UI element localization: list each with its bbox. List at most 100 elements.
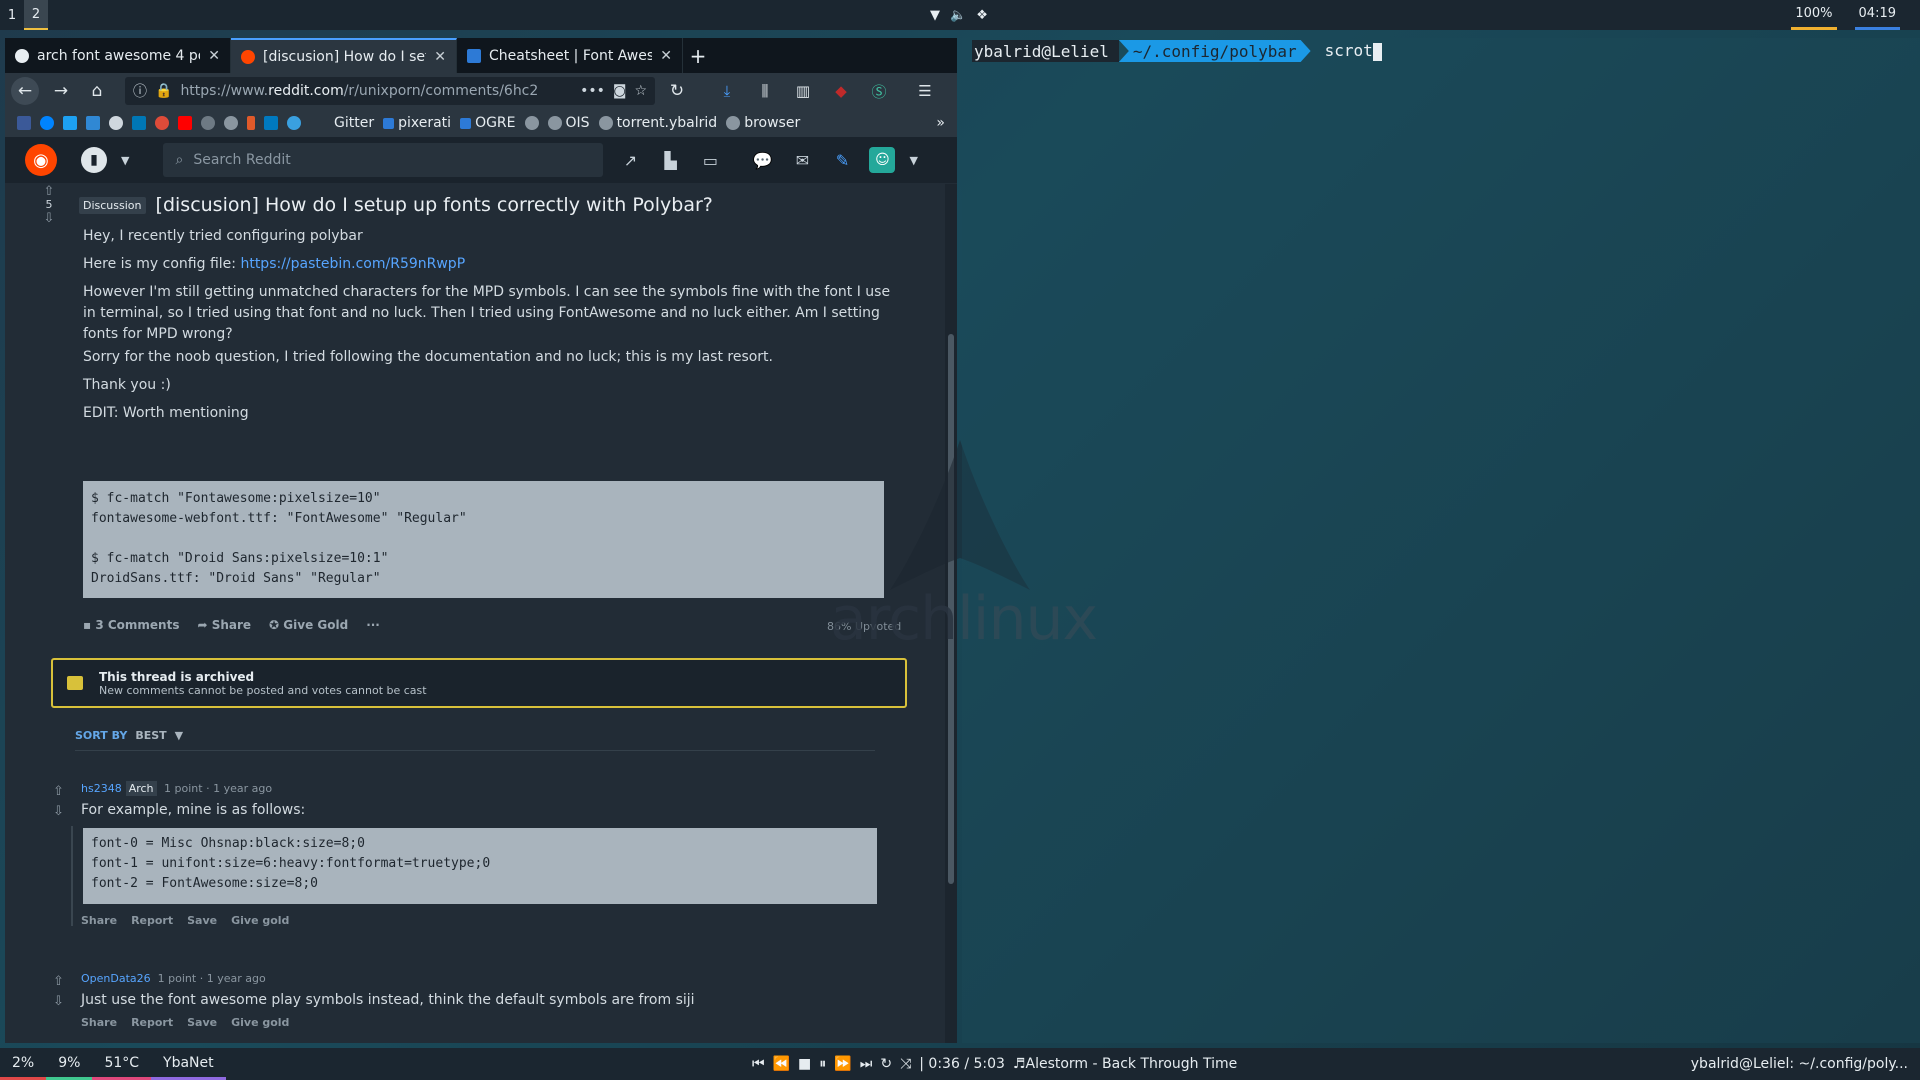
terminal-window[interactable]: ybalrid@Leliel ~/.config/polybar scrot — [962, 38, 1920, 1043]
ublock-icon[interactable]: ◆ — [827, 77, 855, 105]
globe-icon[interactable] — [224, 116, 238, 130]
save-button[interactable]: Save — [187, 914, 217, 927]
bookmark-ogre[interactable]: OGRE — [460, 115, 516, 131]
repeat-icon[interactable]: ↻ — [880, 1056, 892, 1072]
twitter-icon[interactable] — [63, 116, 77, 130]
chevron-down-icon[interactable]: ▼ — [909, 154, 917, 167]
command-input[interactable]: scrot — [1311, 41, 1382, 61]
comments-button[interactable]: ▪ 3 Comments — [83, 618, 179, 632]
workspace-2[interactable]: 2 — [24, 0, 48, 30]
mastodon-icon[interactable] — [86, 116, 100, 130]
save-button[interactable]: Save — [187, 1016, 217, 1029]
globe-icon — [726, 116, 741, 130]
bookmark-browser[interactable]: browser — [726, 115, 800, 131]
thread-line[interactable] — [71, 826, 73, 926]
bookmark-gitter[interactable]: Gitter — [334, 115, 374, 131]
back-button[interactable]: ← — [11, 77, 39, 105]
mod-icon[interactable]: ▭ — [697, 151, 723, 170]
give-gold-button[interactable]: Give gold — [231, 1016, 289, 1029]
github-icon[interactable] — [201, 116, 215, 130]
upvote-icon[interactable]: ⇧ — [53, 782, 69, 802]
facebook-icon[interactable] — [17, 116, 31, 130]
info-icon[interactable]: ⓘ — [133, 81, 147, 101]
close-icon[interactable]: ✕ — [434, 49, 446, 65]
reddit-logo-icon[interactable]: ◉ — [25, 144, 57, 176]
shuffle-icon[interactable]: ⤨ — [900, 1056, 911, 1072]
trello-icon[interactable] — [264, 116, 278, 130]
pencil-icon[interactable]: ✎ — [829, 151, 855, 170]
forward-icon[interactable]: ⏩ — [834, 1056, 851, 1072]
pocket-icon[interactable]: ◙ — [613, 83, 627, 99]
extension-icon[interactable]: Ⓢ — [865, 77, 893, 105]
share-button[interactable]: Share — [81, 1016, 117, 1029]
tab-reddit[interactable]: [discusion] How do I setu ✕ — [231, 38, 457, 73]
close-icon[interactable]: ✕ — [660, 48, 672, 64]
overflow-chevron-icon[interactable]: » — [936, 115, 945, 131]
pastebin-link[interactable]: https://pastebin.com/R59nRwpP — [240, 256, 465, 272]
downvote-icon[interactable]: ⇩ — [53, 992, 69, 1012]
downvote-icon[interactable]: ⇩ — [53, 802, 69, 822]
reload-icon[interactable]: ↻ — [663, 77, 691, 105]
subreddit-icon[interactable]: ▮ — [81, 147, 107, 173]
post-title[interactable]: Discussion [discusion] How do I setup up… — [79, 194, 713, 216]
cpu-usage: 2% — [0, 1048, 47, 1080]
l-icon[interactable] — [247, 116, 255, 130]
url-bar[interactable]: ⓘ 🔒 https://www.reddit.com/r/unixporn/co… — [125, 77, 655, 105]
avatar[interactable]: ☺ — [869, 147, 896, 173]
trending-icon[interactable]: ↗ — [617, 151, 643, 170]
wifi-icon[interactable]: ▼ — [930, 8, 940, 23]
bookmark-ois[interactable]: OIS — [547, 115, 590, 131]
skype-icon[interactable] — [287, 116, 301, 130]
tab-google[interactable]: arch font awesome 4 pol ✕ — [5, 38, 231, 73]
close-icon[interactable]: ✕ — [208, 48, 220, 64]
star-icon[interactable]: ☆ — [634, 83, 647, 99]
more-button[interactable]: ··· — [366, 618, 380, 632]
gold-icon: ✪ — [269, 618, 284, 632]
library-icon[interactable]: ⫼ — [751, 77, 779, 105]
downvote-icon[interactable]: ⇩ — [41, 211, 57, 226]
home-button[interactable]: ⌂ — [83, 77, 111, 105]
report-button[interactable]: Report — [131, 1016, 173, 1029]
first-track-icon[interactable]: ⏮ — [752, 1056, 765, 1072]
comment-author[interactable]: hs2348 — [81, 782, 122, 795]
search-input[interactable]: ⌕ Search Reddit — [163, 143, 604, 177]
pause-icon[interactable]: ⏸ — [819, 1056, 826, 1072]
report-button[interactable]: Report — [131, 914, 173, 927]
volume-level[interactable]: 100% — [1791, 0, 1837, 30]
globe-icon[interactable] — [524, 116, 539, 130]
forward-button[interactable]: → — [47, 77, 75, 105]
give-gold-button[interactable]: Give gold — [231, 914, 289, 927]
new-tab-button[interactable]: + — [683, 44, 713, 68]
upvote-icon[interactable]: ⇧ — [41, 184, 57, 199]
last-track-icon[interactable]: ⏭ — [860, 1056, 873, 1072]
share-button[interactable]: ➦ Share — [197, 618, 251, 632]
linkedin-icon[interactable] — [132, 116, 146, 130]
upvote-icon[interactable]: ⇧ — [53, 972, 69, 992]
google-plus-icon[interactable] — [155, 116, 169, 130]
sort-control[interactable]: SORT BY BEST ▼ — [75, 729, 183, 742]
youtube-icon[interactable] — [178, 116, 192, 130]
comment-author[interactable]: OpenData26 — [81, 972, 151, 985]
bookmark-torrent[interactable]: torrent.ybalrid — [598, 115, 717, 131]
asterisk-icon[interactable] — [109, 116, 123, 130]
stop-icon[interactable]: ■ — [798, 1056, 811, 1072]
tab-cheatsheet[interactable]: Cheatsheet | Font Aweso ✕ — [457, 38, 683, 73]
volume-icon[interactable]: 🔈 — [950, 8, 966, 23]
dropbox-icon[interactable]: ❖ — [976, 8, 988, 23]
chevron-down-icon[interactable]: ▼ — [121, 154, 129, 167]
workspace-1[interactable]: 1 — [0, 0, 24, 30]
track-title: ♬Alestorm - Back Through Time — [1012, 1056, 1238, 1072]
stats-icon[interactable]: ▙ — [657, 151, 683, 170]
chat-icon[interactable]: 💬 — [749, 151, 775, 170]
download-icon[interactable]: ⤓ — [713, 77, 741, 105]
sidebar-icon[interactable]: ▥ — [789, 77, 817, 105]
page-actions-icon[interactable]: ••• — [580, 83, 605, 99]
menu-icon[interactable]: ☰ — [911, 77, 939, 105]
give-gold-button[interactable]: ✪ Give Gold — [269, 618, 348, 632]
mail-icon[interactable]: ✉ — [789, 151, 815, 170]
rewind-icon[interactable]: ⏪ — [773, 1056, 790, 1072]
messenger-icon[interactable] — [40, 116, 54, 130]
bookmark-pixerati[interactable]: pixerati — [383, 115, 451, 131]
share-button[interactable]: Share — [81, 914, 117, 927]
url-text[interactable]: https://www.reddit.com/r/unixporn/commen… — [180, 83, 572, 99]
